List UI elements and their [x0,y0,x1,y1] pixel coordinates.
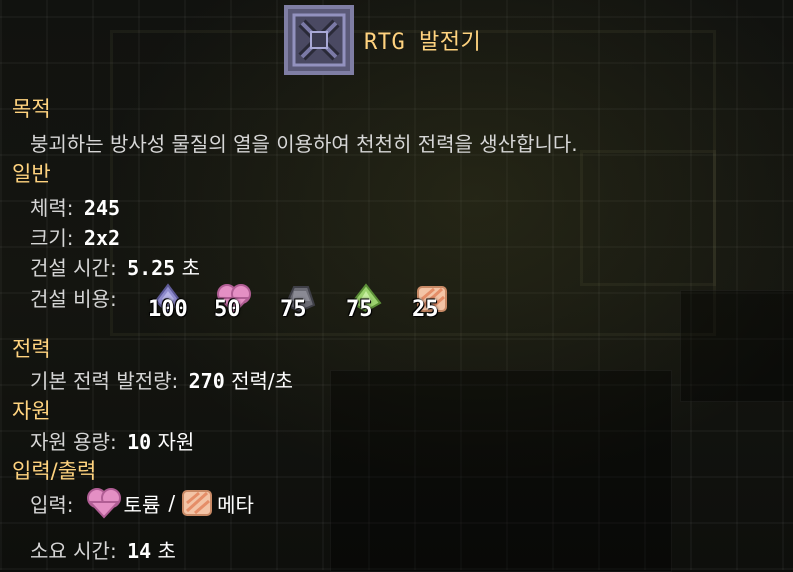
stat-duration: 소요 시간: 14 초 [30,535,176,564]
input-separator: / [168,491,176,515]
stat-resource-capacity: 자원 용량: 10 자원 [30,426,194,455]
duration-label: 소요 시간: [30,539,117,563]
phase-fabric-icon [182,490,213,516]
cost-amount-phase-fabric: 25 [412,297,439,322]
cost-item-lead: 75 [280,279,340,329]
input-item-phase-fabric: 메타 [217,492,254,517]
stat-build-time: 건설 시간: 5.25 초 [30,252,200,281]
block-title: RTG 발전기 [284,5,481,75]
cost-item-thorium: 50 [214,279,274,329]
cost-item-plastanium: 100 [148,279,208,329]
section-io-heading: 입력/출력 [12,459,97,483]
cost-amount-titanium: 75 [346,297,373,322]
size-value: 2x2 [83,226,121,250]
input-item-thorium: 토륨 [123,492,161,517]
input-label: 입력: [30,492,74,517]
stat-size: 크기: 2x2 [30,222,120,251]
stat-input: 입력: 토륨 / 메타 [30,483,254,523]
base-output-value: 270 [188,369,225,393]
stat-base-power-output: 기본 전력 발전량: 270 전력/초 [30,365,293,394]
stat-build-cost-label: 건설 비용: [30,287,117,311]
cost-amount-lead: 75 [280,297,307,322]
build-cost-list: 100 50 75 75 25 [148,279,472,329]
background-structure [330,370,672,572]
purpose-description: 붕괴하는 방사성 물질의 열을 이용하여 천천히 전력을 생산합니다. [30,132,578,156]
base-output-label: 기본 전력 발전량: [30,369,179,393]
duration-value: 14 [127,539,152,563]
thorium-icon [86,488,121,519]
cost-item-titanium: 75 [346,279,406,329]
cost-amount-thorium: 50 [214,297,241,322]
build-time-label: 건설 시간: [30,256,117,280]
capacity-unit: 자원 [157,430,195,454]
background-structure [580,150,716,286]
background-structure [680,290,793,402]
stat-health: 체력: 245 [30,192,120,221]
block-title-text: RTG 발전기 [364,30,482,55]
size-label: 크기: [30,226,74,250]
cost-item-phase-fabric: 25 [412,279,472,329]
rtg-generator-icon [284,5,354,75]
section-general-heading: 일반 [12,162,51,186]
rtg-generator-icon-glyph [292,13,346,67]
build-time-unit: 초 [181,256,200,280]
capacity-value: 10 [127,430,152,454]
cost-amount-plastanium: 100 [148,297,188,322]
section-purpose-heading: 목적 [12,97,51,121]
build-time-value: 5.25 [127,256,176,280]
section-power-heading: 전력 [12,337,51,361]
health-label: 체력: [30,196,74,220]
base-output-unit: 전력/초 [231,369,294,393]
health-value: 245 [83,196,121,220]
duration-unit: 초 [157,539,176,563]
capacity-label: 자원 용량: [30,430,117,454]
section-resources-heading: 자원 [12,399,51,423]
